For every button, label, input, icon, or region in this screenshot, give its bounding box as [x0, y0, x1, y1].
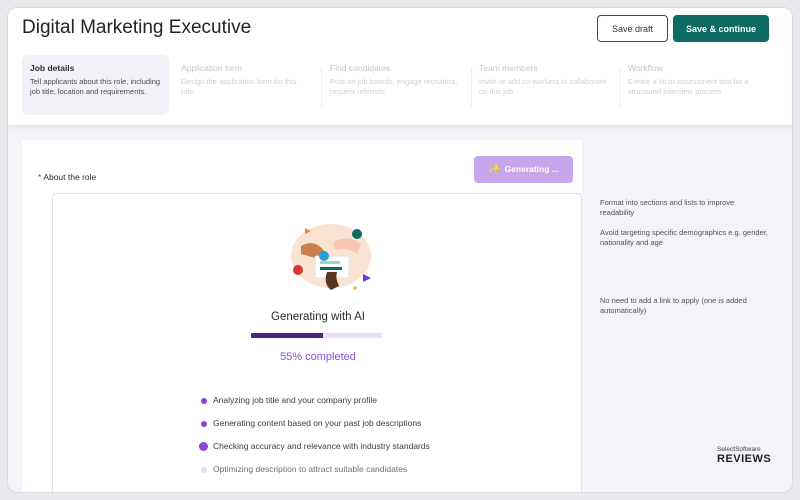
about-role-editor[interactable]: Generating with AI 55% completed Analyzi… — [52, 193, 582, 492]
watermark-line2: REVIEWS — [717, 453, 772, 465]
generation-progress-bar — [251, 333, 382, 338]
step-description: Tell applicants about this role, includi… — [30, 77, 161, 96]
task-active-dot — [199, 442, 208, 451]
app-window: Digital Marketing Executive Save draft S… — [7, 7, 793, 493]
step-title: Find candidates — [330, 63, 391, 73]
generating-title: Generating with AI — [271, 311, 365, 323]
progress-percent: 55% completed — [280, 351, 356, 363]
task-label: Checking accuracy and relevance with ind… — [213, 441, 430, 451]
task-pending-dot — [201, 467, 207, 473]
sparkle-icon: ✨ — [488, 164, 501, 175]
step-team-members[interactable]: Team members Invite or add co-workers to… — [471, 55, 617, 115]
task-done-dot — [201, 421, 207, 427]
ai-generating-illustration — [291, 224, 371, 290]
tip-item: Avoid targeting specific demographics e.… — [600, 228, 768, 247]
step-find-candidates[interactable]: Find candidates Post on job boards, enga… — [322, 55, 468, 115]
tip-item: Format into sections and lists to improv… — [600, 198, 735, 217]
step-navigation: Job details Tell applicants about this r… — [22, 55, 782, 117]
selectsoftware-watermark: SelectSoftware REVIEWS — [717, 446, 787, 465]
task-item: Analyzing job title and your company pro… — [199, 395, 579, 409]
task-done-dot — [201, 398, 207, 404]
step-job-details[interactable]: Job details Tell applicants about this r… — [22, 55, 169, 115]
step-description: Invite or add co-workers to collaborate … — [479, 77, 607, 96]
required-mark: * — [38, 172, 42, 182]
generate-button-label: Generating ... — [504, 164, 559, 174]
step-description: Post on job boards, engage recruiters, r… — [330, 77, 458, 96]
task-item: Optimizing description to attract suitab… — [199, 464, 579, 478]
step-title: Workflow — [628, 63, 663, 73]
step-title: Job details — [30, 63, 75, 73]
job-details-form: * About the role ✨ Generating ... Generati… — [22, 140, 582, 492]
watermark-line1: SelectSoftware — [717, 446, 761, 453]
save-continue-button[interactable]: Save & continue — [673, 15, 769, 42]
progress-fill — [251, 333, 324, 338]
about-role-text: About the role — [43, 172, 97, 182]
generate-ai-button[interactable]: ✨ Generating ... — [474, 156, 573, 183]
step-description: Create a kit or assessment test for a st… — [628, 77, 749, 96]
task-label: Analyzing job title and your company pro… — [213, 395, 377, 405]
step-title: Application form — [181, 63, 242, 73]
about-role-label: * About the role — [38, 172, 96, 182]
page-header: Digital Marketing Executive Save draft S… — [8, 8, 792, 126]
step-application-form[interactable]: Application form Design the application … — [173, 55, 319, 115]
step-workflow[interactable]: Workflow Create a kit or assessment test… — [620, 55, 770, 115]
task-item: Generating content based on your past jo… — [199, 418, 579, 432]
tip-item: No need to add a link to apply (one is a… — [600, 296, 747, 315]
page-title: Digital Marketing Executive — [22, 17, 252, 38]
task-item: Checking accuracy and relevance with ind… — [199, 441, 579, 455]
step-description: Design the application form for this rol… — [181, 77, 297, 96]
task-label: Generating content based on your past jo… — [213, 418, 422, 428]
step-title: Team members — [479, 63, 538, 73]
save-draft-button[interactable]: Save draft — [597, 15, 668, 42]
task-label: Optimizing description to attract suitab… — [213, 464, 408, 474]
